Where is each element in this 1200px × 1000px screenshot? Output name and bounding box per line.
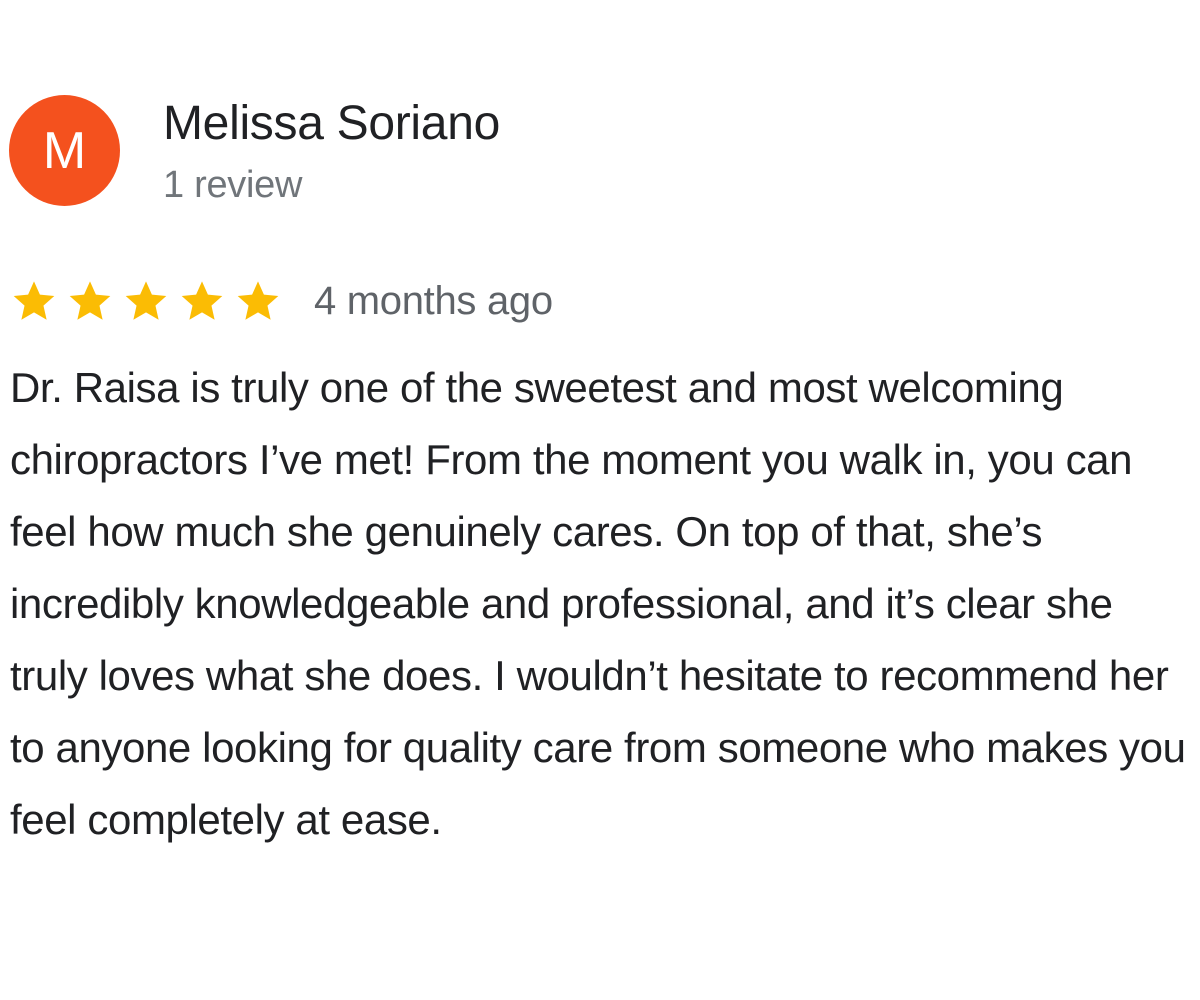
star-icon	[125, 281, 167, 320]
review-card: M Melissa Soriano 1 review 4 months ago …	[0, 0, 1200, 1000]
reviewer-review-count[interactable]: 1 review	[163, 162, 302, 208]
avatar[interactable]: M	[9, 95, 120, 206]
star-icon	[181, 281, 223, 320]
star-icon	[237, 281, 279, 320]
review-date: 4 months ago	[314, 279, 553, 323]
star-icon	[69, 281, 111, 320]
star-rating	[10, 277, 282, 325]
reviewer-name[interactable]: Melissa Soriano	[163, 96, 500, 152]
rating-row: 4 months ago	[10, 272, 553, 330]
star-icon	[13, 281, 55, 320]
avatar-initial: M	[42, 121, 87, 180]
review-text: Dr. Raisa is truly one of the sweetest a…	[10, 364, 1186, 843]
